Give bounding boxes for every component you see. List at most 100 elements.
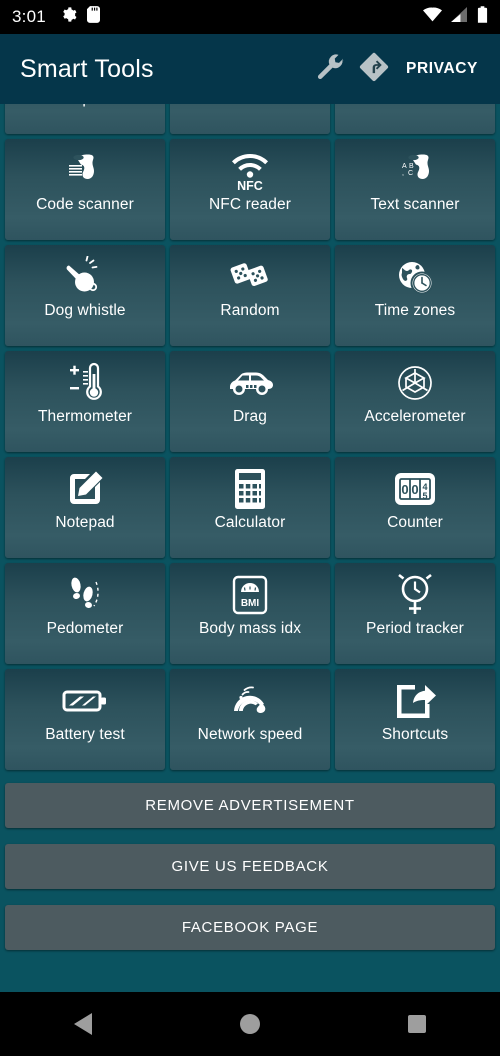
tile-label: Thermometer [37,408,133,425]
accelerometer-icon [394,351,436,409]
tile-label: Network speed [197,726,303,743]
svg-text:C: C [408,170,413,177]
facebook-page-button[interactable]: FACEBOOK PAGE [5,905,495,950]
svg-text:0: 0 [411,482,418,497]
page-title: Smart Tools [20,54,154,83]
tile-label: Time zones [374,302,456,319]
wifi-icon [423,7,442,27]
tile-label: Dog whistle [44,302,126,319]
tile-label: Shortcuts [381,726,449,743]
back-triangle-icon [74,1013,93,1035]
tile-calculator[interactable]: Calculator [170,457,330,558]
tile-label: Notepad [55,514,115,531]
tile-code-scanner[interactable]: Code scanner [5,139,165,240]
cellular-signal-icon [451,7,468,27]
remove-advertisement-button[interactable]: REMOVE ADVERTISEMENT [5,783,495,828]
bmi-scale-icon: BMI [232,563,268,621]
road-sign-icon [358,51,390,88]
road-sign-icon-button[interactable] [352,47,396,91]
tile-tuner[interactable]: Tuner [335,104,495,134]
app-bar: Smart Tools PRIVACY [0,34,500,104]
back-button[interactable] [46,992,120,1056]
barcode-scanner-icon [63,139,107,197]
battery-icon [477,6,488,28]
dice-icon [228,245,272,303]
recents-button[interactable] [380,992,454,1056]
tile-label: Counter [387,514,443,531]
give-us-feedback-button[interactable]: GIVE US FEEDBACK [5,844,495,889]
svg-text:5: 5 [422,491,427,501]
app-root: 3:01 Smart Tools PRIVACY Code scanner NF… [0,0,500,1056]
tile-notepad[interactable]: Notepad [5,457,165,558]
tile-label: Tuner [393,104,437,107]
svg-text:BMI: BMI [241,598,260,609]
tile-body-mass-idx[interactable]: BMI Body mass idx [170,563,330,664]
tile-metronome[interactable]: Metronome [170,104,330,134]
status-bar-clock: 3:01 [12,7,46,26]
footsteps-icon [65,563,105,621]
tile-label: Battery test [45,726,125,743]
tile-random[interactable]: Random [170,245,330,346]
thermometer-icon [64,351,106,409]
tile-label: Microphone [42,104,128,107]
tile-counter[interactable]: 0 0 4 5 Counter [335,457,495,558]
tile-label: NFC reader [209,196,291,213]
battery-icon [62,669,108,727]
car-icon [224,351,276,409]
status-bar: 3:01 [0,0,500,34]
svg-text:NFC: NFC [237,179,263,192]
tile-label: Calculator [214,514,286,531]
tile-label: Text scanner [370,196,460,213]
tile-battery-test[interactable]: Battery test [5,669,165,770]
tile-dog-whistle[interactable]: Dog whistle [5,245,165,346]
footer-buttons: REMOVE ADVERTISEMENT GIVE US FEEDBACK FA… [5,783,495,966]
counter-icon: 0 0 4 5 [393,457,437,515]
speedometer-wifi-icon [228,669,272,727]
wrench-icon-button[interactable] [308,47,352,91]
status-bar-left-icons [60,6,100,28]
globe-clock-icon [394,245,436,303]
tile-network-speed[interactable]: Network speed [170,669,330,770]
wrench-icon [315,52,345,87]
privacy-button[interactable]: PRIVACY [396,52,484,86]
text-scanner-icon: A B , C [393,139,437,197]
tile-period-tracker[interactable]: Period tracker [335,563,495,664]
home-circle-icon [239,1014,260,1034]
notepad-pencil-icon [65,457,105,515]
tile-label: Random [220,302,280,319]
tile-label: Pedometer [46,620,124,637]
sd-card-icon [86,6,100,28]
tile-pedometer[interactable]: Pedometer [5,563,165,664]
svg-text:A: A [402,163,407,170]
scroll-content[interactable]: Microphone Metronome [0,104,500,992]
tile-label: Code scanner [36,196,134,213]
recents-square-icon [407,1015,426,1033]
scroll-inner: Microphone Metronome [0,104,500,966]
gear-icon [60,6,77,28]
navigation-bar [0,992,500,1056]
share-arrow-icon [394,669,436,727]
nfc-icon: NFC [228,139,272,197]
tile-label: Accelerometer [364,408,466,425]
tile-label: Drag [233,408,267,425]
tile-microphone[interactable]: Microphone [5,104,165,134]
home-button[interactable] [213,992,287,1056]
tool-grid: Microphone Metronome [5,104,495,770]
alarm-clock-venus-icon [395,563,435,621]
svg-text:,: , [402,170,404,177]
calculator-icon [233,457,267,515]
tile-nfc-reader[interactable]: NFC NFC reader [170,139,330,240]
svg-text:0: 0 [401,482,408,497]
tile-accelerometer[interactable]: Accelerometer [335,351,495,452]
tile-drag[interactable]: Drag [170,351,330,452]
tile-text-scanner[interactable]: A B , C Text scanner [335,139,495,240]
tile-time-zones[interactable]: Time zones [335,245,495,346]
svg-text:B: B [409,163,414,170]
tile-label: Period tracker [366,620,464,637]
status-bar-right-icons [423,6,488,28]
tile-shortcuts[interactable]: Shortcuts [335,669,495,770]
tile-label: Body mass idx [198,620,302,637]
tile-label: Metronome [208,104,291,107]
whistle-icon [63,245,107,303]
tile-thermometer[interactable]: Thermometer [5,351,165,452]
